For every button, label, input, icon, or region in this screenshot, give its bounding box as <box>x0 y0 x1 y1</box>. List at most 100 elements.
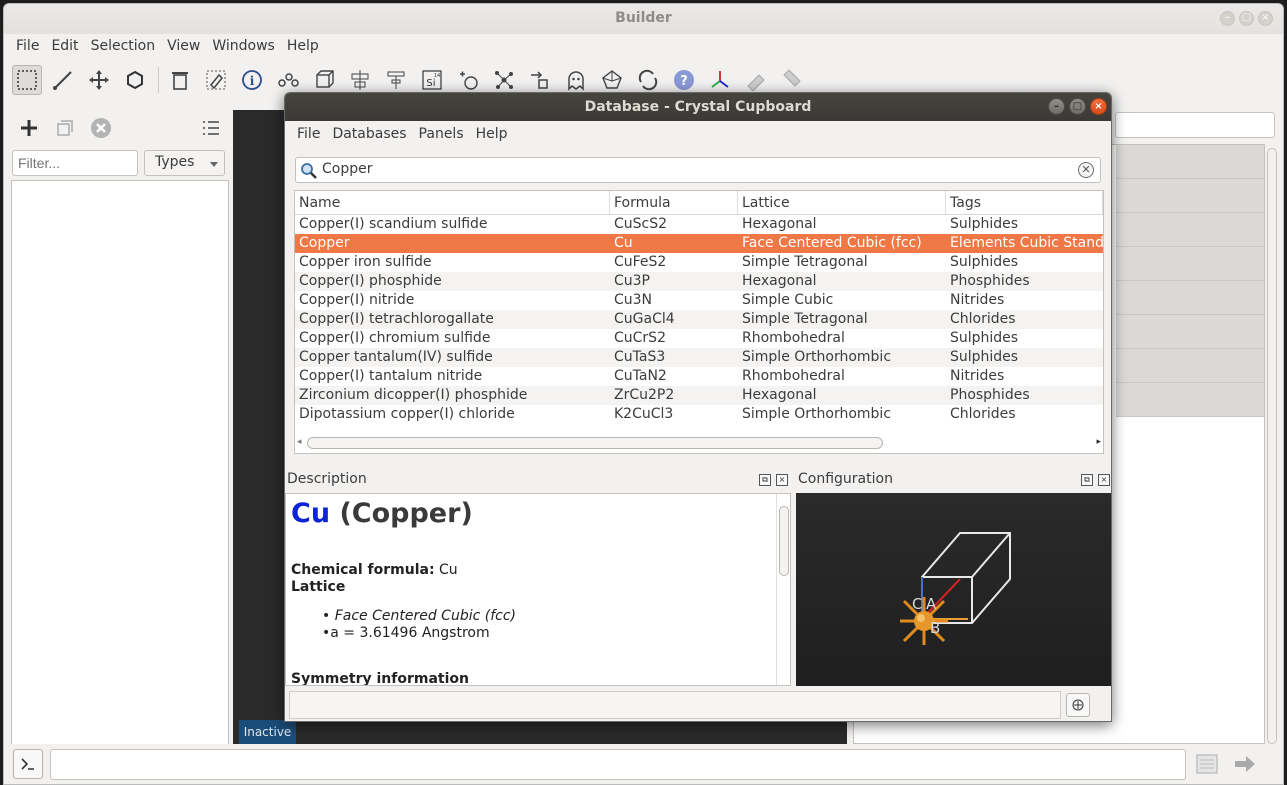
vertical-scrollbar[interactable] <box>1267 148 1277 744</box>
import-button[interactable] <box>1066 693 1090 717</box>
float-config-icon[interactable]: ⧉ <box>1081 474 1093 486</box>
symmetry-label: Symmetry information <box>291 671 469 686</box>
scrollbar-thumb[interactable] <box>307 437 883 449</box>
formula-symbol[interactable]: Cu <box>291 498 330 529</box>
terminal-button[interactable] <box>13 749 43 779</box>
pin-tool[interactable] <box>741 65 771 95</box>
maximize-icon[interactable]: □ <box>1239 11 1254 26</box>
dialog-close-icon[interactable]: × <box>1090 98 1107 115</box>
clear-search-icon[interactable]: ✕ <box>1078 162 1094 178</box>
pin2-tool[interactable] <box>777 65 807 95</box>
types-dropdown[interactable]: Types <box>144 150 225 176</box>
cell-lattice: Simple Tetragonal <box>742 311 868 327</box>
table-row[interactable]: Copper(I) tetrachlorogallate CuGaCl4 Simpl… <box>295 310 1103 329</box>
dialog-minimize-icon[interactable]: – <box>1048 98 1065 115</box>
column-name[interactable]: Name <box>295 191 610 214</box>
configuration-viewer[interactable]: C A B <box>796 493 1111 686</box>
table-row[interactable]: Copper(I) nitride Cu3N Simple Cubic Nitride… <box>295 291 1103 310</box>
axes-tool[interactable] <box>705 65 735 95</box>
dialog-menu-file[interactable]: File <box>291 121 326 147</box>
menu-edit[interactable]: Edit <box>45 34 84 60</box>
formula-label: Chemical formula: <box>291 562 435 578</box>
move-tool[interactable] <box>84 65 114 95</box>
dialog-maximize-icon[interactable]: □ <box>1069 98 1086 115</box>
property-input[interactable] <box>1115 112 1275 138</box>
log-button[interactable] <box>1192 749 1222 779</box>
close-panel-icon[interactable]: × <box>776 474 788 486</box>
rotate-tool[interactable] <box>633 65 663 95</box>
hydrogen-tool[interactable] <box>453 65 483 95</box>
dialog-command-input[interactable] <box>289 691 1061 719</box>
close-config-icon[interactable]: × <box>1098 474 1110 486</box>
filter-input[interactable] <box>12 150 138 176</box>
dialog-menu-databases[interactable]: Databases <box>326 121 412 147</box>
molecule-tool[interactable] <box>273 65 303 95</box>
dialog-menu-panels[interactable]: Panels <box>413 121 470 147</box>
polygon-tool[interactable] <box>120 65 150 95</box>
float-panel-icon[interactable]: ⧉ <box>759 474 771 486</box>
table-row[interactable]: Copper iron sulfide CuFeS2 Simple Tetragon… <box>295 253 1103 272</box>
column-formula[interactable]: Formula <box>610 191 738 214</box>
select-rect-tool[interactable] <box>12 65 42 95</box>
cell-tags: Chlorides <box>950 311 1016 327</box>
group-tool[interactable] <box>525 65 555 95</box>
results-table: Name Formula Lattice Tags Copper(I) scan… <box>294 190 1104 454</box>
menu-view[interactable]: View <box>161 34 206 60</box>
cell-lattice: Simple Tetragonal <box>742 254 868 270</box>
delete-tool[interactable] <box>165 65 195 95</box>
dialog-titlebar[interactable]: Database - Crystal Cupboard – □ × <box>285 93 1111 121</box>
table-row[interactable]: Copper(I) scandium sulfide CuScS2 Hexagona… <box>295 215 1103 234</box>
axis-label-b: B <box>930 619 940 637</box>
table-row[interactable]: Copper tantalum(IV) sulfide CuTaS3 Simple … <box>295 348 1103 367</box>
tree-tool[interactable] <box>381 65 411 95</box>
list-menu-button[interactable] <box>197 114 225 142</box>
align-tool[interactable] <box>345 65 375 95</box>
cell-tags: Sulphides <box>950 254 1019 270</box>
remove-circle-icon <box>91 118 111 138</box>
select-rect-icon <box>17 70 37 90</box>
search-field[interactable]: Copper ✕ <box>295 157 1101 183</box>
measure-tool[interactable] <box>48 65 78 95</box>
table-row[interactable]: Copper(I) tantalum nitride CuTaN2 Rhombohe… <box>295 367 1103 386</box>
table-row[interactable]: Copper(I) phosphide Cu3P Hexagonal Phosphid… <box>295 272 1103 291</box>
run-button[interactable] <box>1230 749 1260 779</box>
tag-tool[interactable] <box>201 65 231 95</box>
ghost-tool[interactable] <box>561 65 591 95</box>
menu-selection[interactable]: Selection <box>85 34 162 60</box>
table-row[interactable]: Copper Cu Face Centered Cubic (fcc) Element… <box>295 234 1103 253</box>
remove-button[interactable] <box>87 114 115 142</box>
table-row[interactable]: Zirconium dicopper(I) phosphide ZrCu2P2 He… <box>295 386 1103 405</box>
command-input[interactable] <box>50 749 1186 780</box>
menu-file[interactable]: File <box>10 34 45 60</box>
polyhedron-icon <box>602 70 622 89</box>
horizontal-scrollbar[interactable]: ◂ ▸ <box>295 437 1103 449</box>
axes-icon <box>711 71 729 88</box>
element-tool[interactable]: Si 14 <box>417 65 447 95</box>
menu-help[interactable]: Help <box>281 34 325 60</box>
network-tool[interactable] <box>489 65 519 95</box>
minimize-icon[interactable]: – <box>1220 11 1235 26</box>
table-row[interactable]: Copper(I) chromium sulfide CuCrS2 Rhombohe… <box>295 329 1103 348</box>
add-button[interactable] <box>15 114 43 142</box>
svg-text:14: 14 <box>434 73 440 79</box>
object-list[interactable] <box>11 180 229 746</box>
column-lattice[interactable]: Lattice <box>738 191 946 214</box>
cell-tool[interactable] <box>309 65 339 95</box>
menu-windows[interactable]: Windows <box>206 34 281 60</box>
search-input[interactable]: Copper <box>322 161 372 177</box>
polyhedron-tool[interactable] <box>597 65 627 95</box>
dialog-menu-help[interactable]: Help <box>470 121 514 147</box>
cell-formula: K2CuCl3 <box>614 406 674 422</box>
description-panel: Cu (Copper) Chemical formula: Cu Lattice… <box>285 493 791 686</box>
help-tool[interactable]: ? <box>669 65 699 95</box>
info-tool[interactable]: i <box>237 65 267 95</box>
formula-title: Cu (Copper) <box>291 498 473 529</box>
table-row[interactable]: Dipotassium copper(I) chloride K2CuCl3 Sim… <box>295 405 1103 424</box>
description-scrollbar[interactable] <box>776 494 790 685</box>
pin-icon <box>747 74 765 91</box>
atom-h-icon <box>460 71 478 90</box>
column-tags[interactable]: Tags <box>946 191 1103 214</box>
close-icon[interactable]: × <box>1258 11 1273 26</box>
window-titlebar[interactable]: Builder – □ × <box>4 4 1283 34</box>
duplicate-button[interactable] <box>51 114 79 142</box>
